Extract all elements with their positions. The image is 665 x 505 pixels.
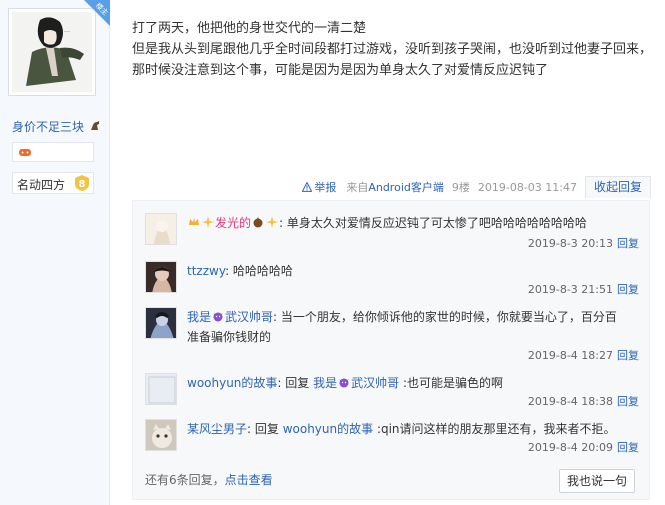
reply-meta: 2019-8-3 21:51 回复 (528, 281, 639, 297)
reply-text: :qin请问这样的朋友那里还有，我来者不拒。 (373, 422, 616, 436)
reply-time: 2019-8-3 20:13 (527, 237, 613, 250)
reply-time: 2019-8-3 21:51 (527, 283, 613, 296)
post-line: 打了两天，他把他的身世交代的一清二楚 (132, 21, 367, 36)
reply-time: 2019-8-4 18:27 (527, 349, 613, 362)
reply-text: : 哈哈哈哈哈 (225, 264, 293, 278)
sparkle-icon (266, 216, 279, 228)
collapse-replies-button[interactable]: 收起回复 (584, 176, 651, 198)
floor-number: 9楼 (451, 181, 470, 194)
reply-compose-button[interactable]: 我也说一句 (559, 469, 635, 493)
author-avatar[interactable]: … (8, 8, 96, 96)
reply-text: : 单身太久对爱情反应迟钝了可太惨了吧哈哈哈哈哈哈哈哈 (279, 216, 587, 230)
author-name-label[interactable]: 身价不足三块 (12, 120, 84, 134)
level-box[interactable]: 名动四方 8 (12, 172, 94, 194)
reply-button[interactable]: 回复 (617, 441, 639, 454)
sparkle-icon (202, 216, 214, 228)
devil-icon (213, 312, 223, 322)
reply-username[interactable]: 发光的 (215, 216, 251, 230)
reply-username[interactable]: woohyun的故事 (187, 376, 277, 390)
reply-button[interactable]: 回复 (617, 237, 639, 250)
reply-text: :也可能是骗色的啊 (399, 376, 503, 390)
devil-icon (339, 378, 349, 388)
post-source: 来自Android客户端 (346, 179, 444, 195)
reply-avatar[interactable] (145, 307, 177, 339)
avatar-image: … (12, 12, 92, 92)
reply-time: 2019-8-4 18:38 (527, 395, 613, 408)
game-controller-icon[interactable] (19, 147, 31, 158)
reply-button[interactable]: 回复 (617, 283, 639, 296)
author-name[interactable]: 身价不足三块 (12, 118, 101, 135)
report-link[interactable]: 举报 (302, 179, 336, 195)
reply-meta: 2019-8-4 18:27 回复 (528, 347, 639, 363)
op-badge: 楼主 (84, 0, 110, 26)
source-prefix: 来自 (346, 181, 369, 194)
reply-body: 某风尘男子: 回复 woohyun的故事 :qin请问这样的朋友那里还有，我来者… (187, 419, 645, 439)
reply-meta: 2019-8-3 20:13 回复 (528, 235, 639, 251)
reply-time: 2019-8-4 20:09 (527, 441, 613, 454)
post-content: 打了两天，他把他的身世交代的一清二楚 但是我从头到尾跟他几乎全时间段都打过游戏，… (132, 18, 652, 81)
reply-body: ttzzwy: 哈哈哈哈哈 (187, 261, 645, 281)
warning-icon (302, 182, 313, 192)
reply-avatar[interactable] (145, 261, 177, 293)
reply-prefix: : 回复 (277, 376, 314, 390)
crown-icon (189, 218, 199, 225)
reply-text: : 当一个朋友，给你倾诉他的家世的时候，你就要当心了，百分百 (273, 310, 617, 324)
reply-panel: 发光的 : 单身太久对爱情反应迟钝了可太惨了吧哈哈哈哈哈哈哈哈 2019-8-3 … (132, 200, 650, 500)
reply-target[interactable]: woohyun的故事 (283, 422, 373, 436)
reply-body: woohyun的故事: 回复 我是 武汉帅哥 :也可能是骗色的啊 (187, 373, 645, 393)
report-label[interactable]: 举报 (314, 179, 336, 195)
reply-avatar[interactable] (145, 213, 177, 245)
level-name: 名动四方 (17, 178, 66, 192)
reply-username-prefix[interactable]: 我是 (187, 310, 211, 324)
view-more-link[interactable]: 点击查看 (225, 473, 273, 487)
reply-target-prefix[interactable]: 我是 (313, 376, 337, 390)
reply-meta: 2019-8-4 18:38 回复 (528, 393, 639, 409)
reply-avatar[interactable] (145, 419, 177, 451)
reply-text-continued: 准备骗你钱财的 (187, 330, 272, 344)
post-tail: 举报 来自Android客户端 9楼 2019-08-03 11:47 收起回复 (302, 176, 651, 198)
reply-meta: 2019-8-4 20:09 回复 (528, 439, 639, 455)
reply-button[interactable]: 回复 (617, 349, 639, 362)
level-badge-icon: 8 (75, 175, 89, 191)
svg-text:…: … (64, 27, 70, 34)
reply-prefix: : 回复 (247, 422, 283, 436)
reply-body: 我是 武汉帅哥: 当一个朋友，给你倾诉他的家世的时候，你就要当心了，百分百 准备骗你… (187, 307, 645, 347)
honor-icon-strip (12, 142, 94, 162)
reply-username[interactable]: 某风尘男子 (187, 422, 247, 436)
svg-text:8: 8 (79, 179, 86, 190)
more-replies-count: 还有6条回复， (145, 473, 225, 487)
horse-icon (90, 121, 99, 130)
reply-username[interactable]: 武汉帅哥 (225, 310, 273, 324)
reply-username[interactable]: ttzzwy (187, 264, 225, 278)
reply-avatar[interactable] (145, 373, 177, 405)
reply-body: 发光的 : 单身太久对爱情反应迟钝了可太惨了吧哈哈哈哈哈哈哈哈 (187, 213, 645, 233)
reply-target[interactable]: 武汉帅哥 (351, 376, 399, 390)
post-line: 但是我从头到尾跟他几乎全时间段都打过游戏，没听到孩子哭闹，也没听到过他妻子回来， (132, 42, 653, 57)
reply-button[interactable]: 回复 (617, 395, 639, 408)
post-line: 那时候没注意到这个事，可能是因为是因为单身太久了对爱情反应迟钝了 (132, 63, 549, 78)
author-panel: … 楼主 身价不足三块 名动四方 8 (0, 0, 110, 505)
client-link[interactable]: Android客户端 (368, 181, 444, 194)
more-replies: 还有6条回复，点击查看 (145, 471, 273, 488)
post-time: 2019-08-03 11:47 (477, 180, 577, 194)
chestnut-icon (253, 217, 263, 228)
